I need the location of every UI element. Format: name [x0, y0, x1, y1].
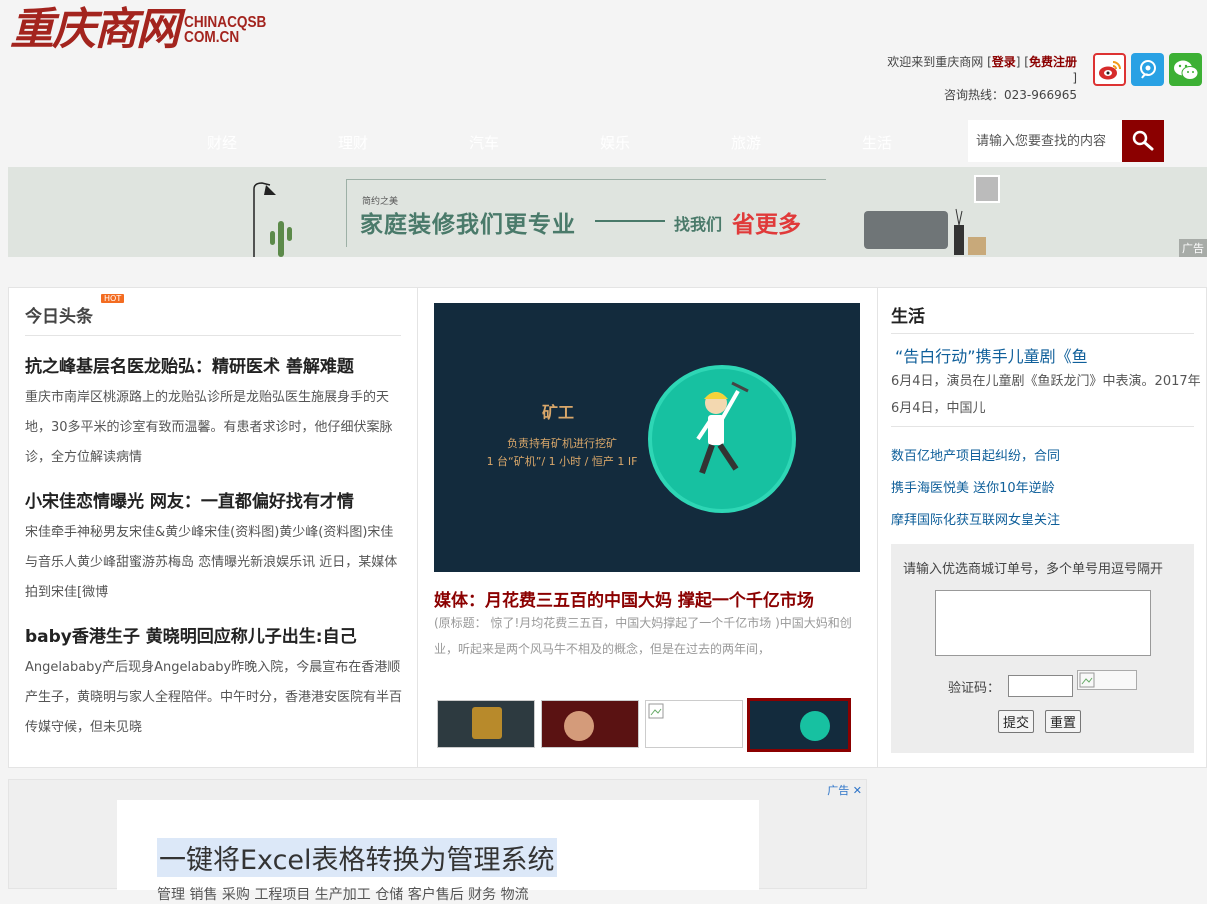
banner-save-text: 省更多: [732, 212, 801, 238]
feature-image-line1: 负责持有矿机进行挖矿: [507, 437, 617, 450]
thumbnail[interactable]: [437, 700, 535, 748]
captcha-label: 验证码：: [948, 681, 1001, 696]
miner-circle: [648, 365, 796, 513]
headline-article-summary: 重庆市南岸区桃源路上的龙贻弘诊所是龙贻弘医生施展身手的天地，30多平米的诊室有致…: [25, 390, 393, 465]
feature-desc: (原标题： 惊了!月均花费三五百，中国大妈撑起了一个千亿市场 )中国大妈和创业，…: [434, 616, 852, 656]
sofa-illustration: [864, 211, 948, 249]
submit-button[interactable]: 提交: [998, 710, 1035, 733]
feature-title[interactable]: 媒体：月花费三五百的中国大妈 撑起一个千亿市场: [434, 586, 814, 611]
welcome-bar: 欢迎来到重庆商网 [登录] [免费注册]: [867, 54, 1077, 86]
logo-text-en: CHINACQSB COM.CN: [184, 14, 267, 46]
vase-illustration: [954, 208, 986, 255]
thumbnail[interactable]: [645, 700, 743, 748]
feature-image[interactable]: 矿工 负责持有矿机进行挖矿 1 台“矿机”/ 1 小时 / 恒产 1 IF: [434, 303, 860, 572]
life-link[interactable]: 摩拜国际化获互联网女皇关注: [891, 509, 1060, 528]
search-input[interactable]: [968, 120, 1122, 162]
nav-item-travel[interactable]: 旅游: [731, 132, 761, 153]
bottom-ad-label-text: 广告: [827, 784, 850, 797]
reset-button[interactable]: 重置: [1045, 710, 1082, 733]
banner-find-text: 找我们: [674, 215, 723, 234]
feature-image-caption: 负责持有矿机进行挖矿 1 台“矿机”/ 1 小时 / 恒产 1 IF: [472, 435, 652, 471]
nav-item-money[interactable]: 理财: [338, 132, 368, 153]
headline-article-summary: 宋佳牵手神秘男友宋佳&黄少峰宋佳(资料图)黄少峰(资料图)宋佳与音乐人黄少峰甜蜜…: [25, 525, 398, 600]
order-number-textarea[interactable]: [935, 590, 1151, 656]
main-nav: 财经 理财 汽车 娱乐 旅游 生活: [0, 118, 960, 164]
headline-article: baby香港生子 黄晓明回应称儿子出生:自己 Angelababy产后现身Ang…: [25, 626, 403, 743]
order-query-form: 请输入优选商城订单号，多个单号用逗号隔开 验证码： 提交 重置: [891, 544, 1194, 753]
life-desc: 6月4日，演员在儿童剧《鱼跃龙门》中表演。2017年6月4日，中国儿: [891, 374, 1201, 416]
login-link[interactable]: 登录: [992, 55, 1016, 69]
headline-article: 小宋佳恋情曝光 网友：一直都偏好找有才情 宋佳牵手神秘男友宋佳&黄少峰宋佳(资料…: [25, 491, 403, 608]
captcha-image[interactable]: [1077, 670, 1137, 690]
banner-ad-tag: 广告: [1179, 239, 1207, 257]
life-link[interactable]: 携手海医悦美 送你10年逆龄: [891, 477, 1055, 496]
hotline: 咨询热线：023-966965: [943, 88, 1077, 102]
tencent-weibo-icon[interactable]: [1131, 53, 1164, 86]
divider: [25, 335, 401, 336]
nav-item-finance[interactable]: 财经: [207, 132, 237, 153]
thumbnail-active[interactable]: [747, 698, 851, 752]
headline-article-summary: Angelababy产后现身Angelababy昨晚入院，今晨宣布在香港顺产生子…: [25, 660, 403, 735]
welcome-sep: ] [: [1015, 55, 1029, 69]
bottom-ad-card: 一键将Excel表格转换为管理系统 管理 销售 采购 工程项目 生产加工 仓储 …: [117, 800, 759, 903]
site-logo[interactable]: 重庆商网 CHINACQSB COM.CN: [10, 4, 267, 55]
weibo-icon[interactable]: [1093, 53, 1126, 86]
feature-image-line2: 1 台“矿机”/ 1 小时 / 恒产 1 IF: [486, 455, 638, 468]
cactus-illustration: [270, 221, 292, 257]
life-link[interactable]: 数百亿地产项目起纠纷，合同: [891, 445, 1060, 464]
search-button[interactable]: [1122, 120, 1164, 162]
nav-item-life[interactable]: 生活: [862, 132, 892, 153]
banner-line: [595, 220, 665, 222]
welcome-text: 欢迎来到重庆商网 [: [887, 55, 992, 69]
headlines-column: 今日头条 HOT 抗之峰基层名医龙贻弘：精研医术 善解难题 重庆市南岸区桃源路上…: [9, 288, 418, 767]
headline-article-title[interactable]: 抗之峰基层名医龙贻弘：精研医术 善解难题: [25, 356, 403, 378]
life-headline[interactable]: “告白行动”携手儿童剧《鱼: [895, 343, 1088, 367]
headline-article-title[interactable]: 小宋佳恋情曝光 网友：一直都偏好找有才情: [25, 491, 403, 513]
logo-text-cn: 重庆商网: [10, 4, 180, 55]
headline-article-title[interactable]: baby香港生子 黄晓明回应称儿子出生:自己: [25, 626, 403, 648]
wechat-icon[interactable]: [1169, 53, 1202, 86]
bottom-ad-label: 广告 ✕: [827, 782, 862, 798]
hot-badge: HOT: [101, 294, 125, 303]
bottom-ad-sub: 管理 销售 采购 工程项目 生产加工 仓储 客户售后 财务 物流: [157, 887, 529, 903]
nav-item-auto[interactable]: 汽车: [469, 132, 499, 153]
nav-item-entertainment[interactable]: 娱乐: [600, 132, 630, 153]
headline-article: 抗之峰基层名医龙贻弘：精研医术 善解难题 重庆市南岸区桃源路上的龙贻弘诊所是龙贻…: [25, 356, 403, 473]
banner-main-text: 家庭装修我们更专业: [360, 212, 576, 238]
broken-image-icon: [648, 703, 664, 719]
welcome-close: ]: [1072, 71, 1077, 85]
life-column: 生活 “告白行动”携手儿童剧《鱼 6月4日，演员在儿童剧《鱼跃龙门》中表演。20…: [879, 288, 1207, 767]
life-title: 生活: [891, 307, 925, 327]
captcha-input[interactable]: [1008, 675, 1073, 697]
thumbnail[interactable]: [541, 700, 639, 748]
banner-ad[interactable]: 简约之美 家庭装修我们更专业 找我们 省更多 广告: [8, 167, 1207, 257]
search-icon: [1132, 130, 1154, 151]
divider: [891, 333, 1194, 334]
order-hint: 请输入优选商城订单号，多个单号用逗号隔开: [903, 562, 1164, 577]
miner-icon: [696, 381, 749, 475]
broken-image-icon: [1079, 672, 1095, 688]
wall-picture: [974, 175, 1000, 203]
divider: [891, 426, 1194, 427]
close-icon[interactable]: ✕: [853, 784, 862, 797]
feature-column: 矿工 负责持有矿机进行挖矿 1 台“矿机”/ 1 小时 / 恒产 1 IF 媒体…: [419, 288, 878, 767]
bottom-ad-headline: 一键将Excel表格转换为管理系统: [157, 838, 557, 877]
register-link[interactable]: 免费注册: [1029, 55, 1077, 69]
site-header: 重庆商网 CHINACQSB COM.CN 欢迎来到重庆商网 [登录] [免费注…: [0, 0, 1207, 167]
feature-image-title: 矿工: [542, 403, 575, 422]
bottom-ad[interactable]: 广告 ✕ 一键将Excel表格转换为管理系统 管理 销售 采购 工程项目 生产加…: [8, 779, 867, 903]
content-area: 今日头条 HOT 抗之峰基层名医龙贻弘：精研医术 善解难题 重庆市南岸区桃源路上…: [8, 287, 1207, 768]
headlines-title: 今日头条: [25, 307, 93, 327]
